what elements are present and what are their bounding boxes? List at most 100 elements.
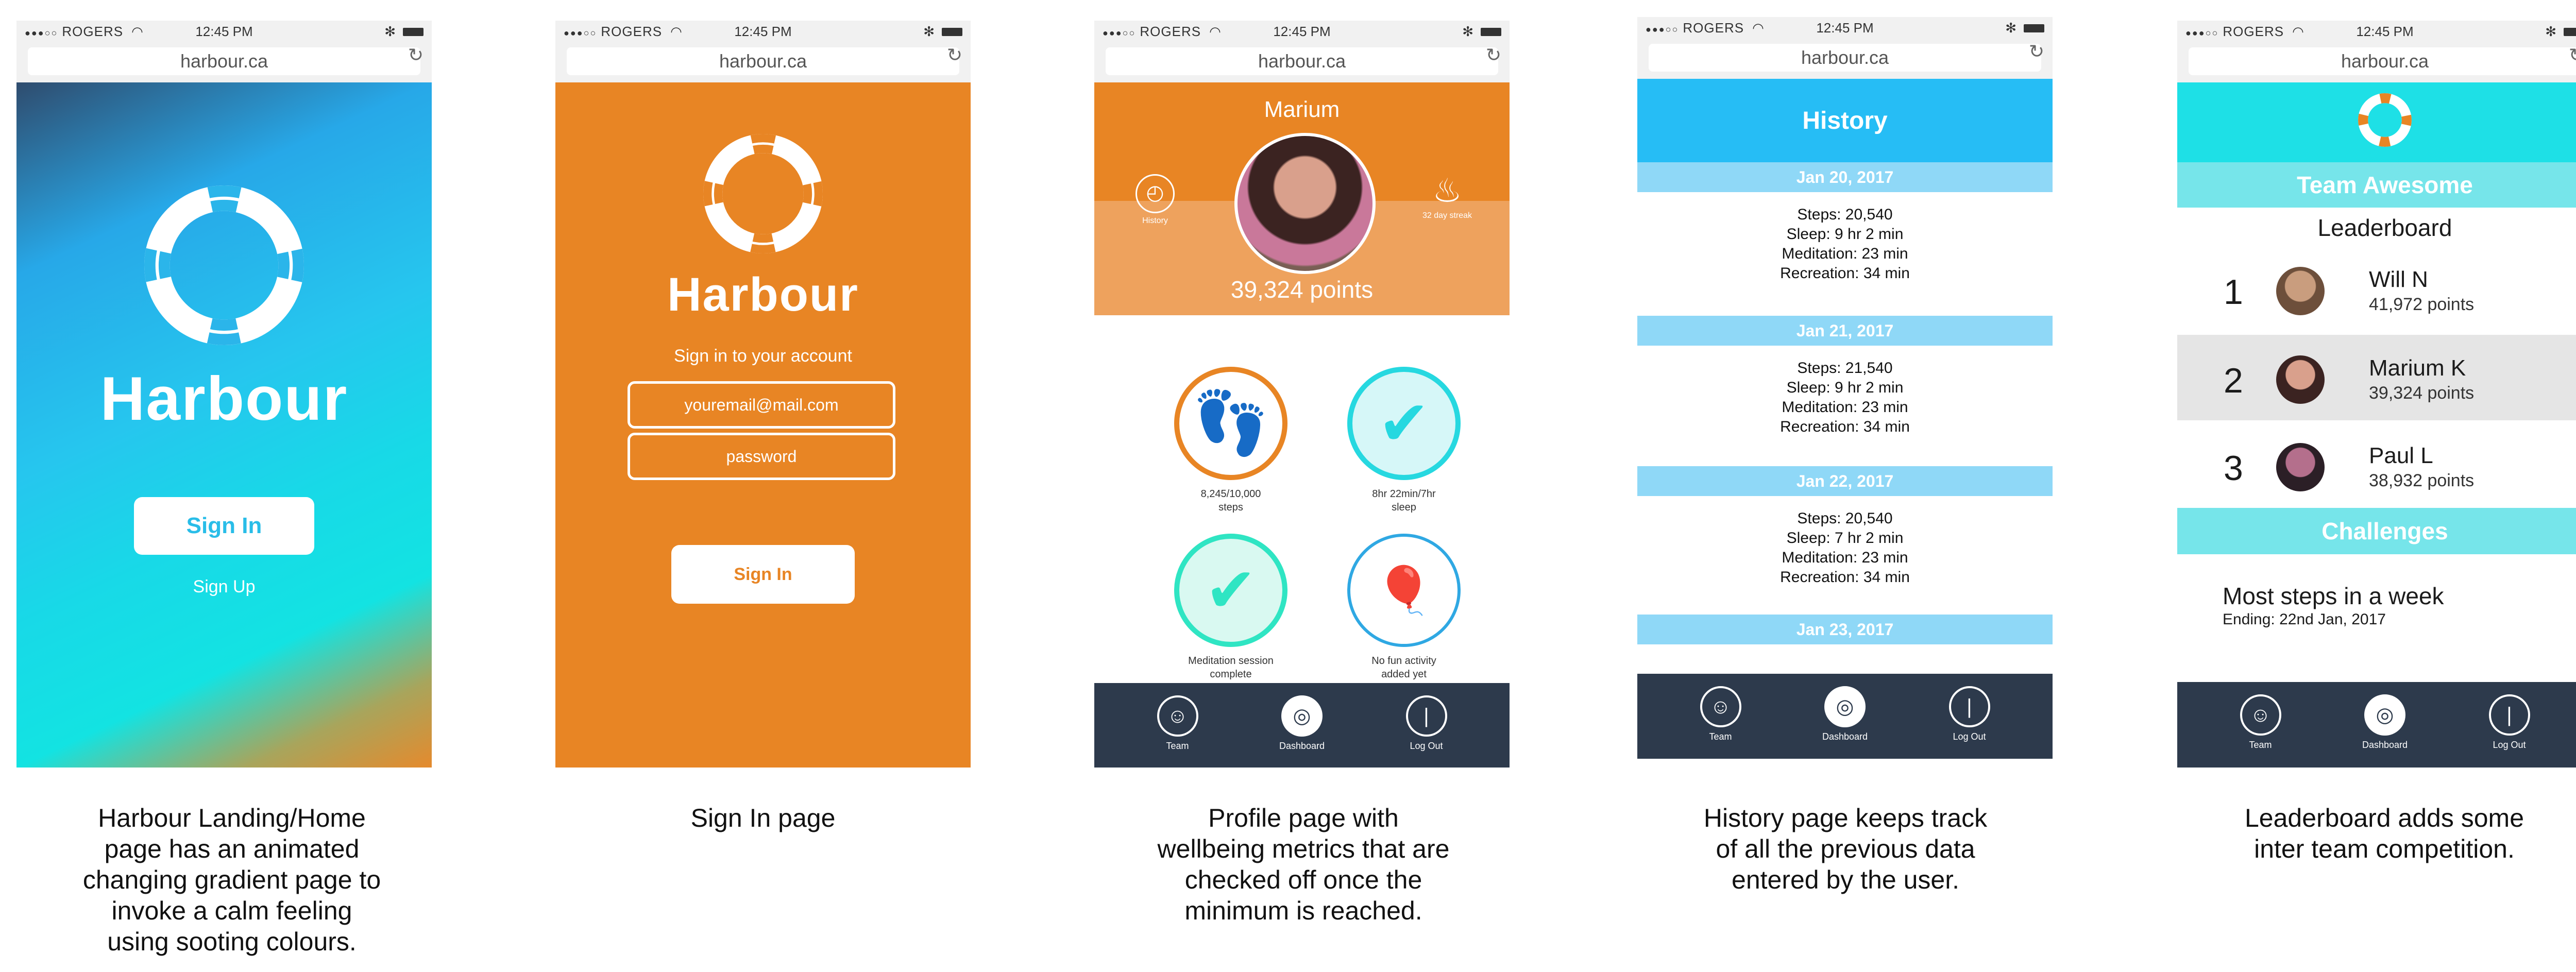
profile-phone: ●●●○○ ROGERS ◠ 12:45 PM ✻ harbour.ca ↻ Mar… — [1094, 21, 1510, 768]
bottom-nav: ☺ Team ◎ Dashboard | Log Out — [1637, 674, 2053, 759]
balloon-icon: 🎈 — [1347, 534, 1461, 647]
brand-title: Harbour — [667, 268, 859, 321]
reload-icon[interactable]: ↻ — [2029, 41, 2044, 62]
url-field[interactable]: harbour.ca — [1106, 47, 1498, 75]
lifebuoy-icon: ◎ — [1824, 686, 1866, 727]
metric-meditation[interactable]: ✔ Meditation session complete — [1146, 534, 1316, 681]
leaderboard-row[interactable]: 3 Paul L 38,932 points — [2177, 422, 2576, 508]
rank-number: 1 — [2224, 272, 2243, 312]
history-label: History — [1142, 216, 1168, 225]
history-phone: ●●●○○ ROGERS ◠ 12:45 PM ✻ harbour.ca ↻ His… — [1637, 17, 2053, 759]
signin-prompt: Sign in to your account — [674, 346, 852, 366]
reload-icon[interactable]: ↻ — [2569, 44, 2576, 66]
date-header: Jan 21, 2017 — [1637, 316, 2053, 346]
status-bar: ●●●○○ ROGERS ◠ 12:45 PM ✻ — [2177, 21, 2576, 41]
battery-icon — [2024, 24, 2044, 32]
reload-icon[interactable]: ↻ — [1486, 44, 1501, 66]
team-name: Team Awesome — [2177, 162, 2576, 208]
date-header: Jan 23, 2017 — [1637, 615, 2053, 644]
nav-dashboard[interactable]: ◎ Dashboard — [2344, 682, 2426, 768]
nav-team[interactable]: ☺ Team — [1680, 674, 1762, 759]
email-field[interactable]: youremail@mail.com — [628, 381, 895, 429]
history-screen: History Jan 20, 2017 Steps: 20,540 Sleep… — [1637, 79, 2053, 759]
reload-icon[interactable]: ↻ — [408, 44, 423, 66]
nav-dashboard[interactable]: ◎ Dashboard — [1804, 674, 1886, 759]
status-bar: ●●●○○ ROGERS ◠ 12:45 PM ✻ — [1637, 17, 2053, 38]
lifebuoy-logo-icon — [144, 185, 304, 345]
team-icon: ☺ — [1157, 695, 1198, 737]
bluetooth-icon: ✻ — [923, 24, 935, 39]
date-header: Jan 20, 2017 — [1637, 162, 2053, 192]
leaderboard-screen: Team Awesome Leaderboard 1 Will N 41,972… — [2177, 82, 2576, 768]
address-bar: harbour.ca ↻ — [2177, 41, 2576, 83]
lifebuoy-logo-icon — [2358, 93, 2412, 147]
challenge-name[interactable]: Most steps in a week — [2223, 582, 2444, 610]
lifebuoy-logo-icon — [703, 134, 823, 253]
bluetooth-icon: ✻ — [384, 24, 396, 39]
url-field[interactable]: harbour.ca — [28, 47, 420, 75]
history-entry: Steps: 20,540 Sleep: 7 hr 2 min Meditati… — [1780, 510, 1910, 586]
nav-logout[interactable]: | Log Out — [1385, 683, 1468, 768]
player-points: 38,932 points — [2369, 471, 2475, 490]
brand-title: Harbour — [100, 364, 348, 433]
history-entry: Steps: 20,540 Sleep: 9 hr 2 min Meditati… — [1780, 206, 1910, 282]
avatar — [2276, 355, 2325, 404]
sign-up-link[interactable]: Sign Up — [16, 577, 432, 597]
footprints-icon: 👣 — [1174, 367, 1287, 480]
clock: 12:45 PM — [1816, 20, 1874, 36]
metric-recreation[interactable]: 🎈 No fun activity added yet — [1319, 534, 1489, 681]
leaderboard-row[interactable]: 1 Will N 41,972 points — [2177, 246, 2576, 332]
lifebuoy-icon: ◎ — [1281, 695, 1323, 737]
streak-indicator: ♨ 32 day streak — [1416, 170, 1478, 220]
clock-icon: ◴ — [1136, 174, 1175, 213]
sign-in-button[interactable]: Sign In — [671, 545, 855, 604]
nav-team[interactable]: ☺ Team — [1137, 683, 1219, 768]
player-name: Marium K — [2369, 355, 2466, 381]
check-icon: ✔ — [1174, 534, 1287, 647]
player-name: Paul L — [2369, 443, 2433, 468]
password-field[interactable]: password — [628, 433, 895, 480]
sign-in-button[interactable]: Sign In — [134, 497, 314, 555]
caption-leaderboard: Leaderboard adds some inter team competit… — [2244, 804, 2524, 863]
flame-icon: ♨ — [1432, 172, 1462, 209]
date-header: Jan 22, 2017 — [1637, 466, 2053, 496]
url-field[interactable]: harbour.ca — [567, 47, 959, 75]
team-icon: ☺ — [2240, 694, 2281, 736]
address-bar: harbour.ca ↻ — [1094, 41, 1510, 83]
battery-icon — [2564, 27, 2576, 36]
metric-steps[interactable]: 👣 8,245/10,000 steps — [1146, 367, 1316, 514]
player-points: 41,972 points — [2369, 295, 2475, 314]
profile-header: Marium ◴ History ♨ 32 day streak 39,324 … — [1094, 82, 1510, 315]
battery-icon — [942, 27, 962, 36]
signin-phone: ●●●○○ ROGERS ◠ 12:45 PM ✻ harbour.ca ↻ Har… — [555, 21, 971, 768]
clock: 12:45 PM — [2356, 24, 2414, 39]
address-bar: harbour.ca ↻ — [1637, 38, 2053, 79]
url-field[interactable]: harbour.ca — [2189, 47, 2576, 75]
nav-team[interactable]: ☺ Team — [2219, 682, 2302, 768]
nav-logout[interactable]: | Log Out — [1928, 674, 2011, 759]
page-title: History — [1637, 79, 2053, 162]
power-icon: | — [2488, 694, 2530, 736]
player-points: 39,324 points — [2369, 383, 2475, 403]
profile-points: 39,324 points — [1230, 276, 1374, 303]
reload-icon[interactable]: ↻ — [947, 44, 962, 66]
status-bar: ●●●○○ ROGERS ◠ 12:45 PM ✻ — [16, 21, 432, 41]
avatar — [2276, 443, 2325, 491]
leaderboard-title: Leaderboard — [2317, 214, 2452, 241]
bluetooth-icon: ✻ — [1462, 24, 1473, 39]
metric-sleep[interactable]: ✔ 8hr 22min/7hr sleep — [1319, 367, 1489, 514]
history-shortcut[interactable]: ◴ History — [1136, 174, 1175, 226]
lifebuoy-icon: ◎ — [2364, 694, 2405, 736]
caption-signin: Sign In page — [690, 804, 836, 832]
landing-screen: Harbour Sign In Sign Up — [16, 82, 432, 768]
bluetooth-icon: ✻ — [2545, 24, 2556, 39]
leaderboard-row[interactable]: 2 Marium K 39,324 points — [2177, 335, 2576, 420]
nav-logout[interactable]: | Log Out — [2468, 682, 2551, 768]
url-field[interactable]: harbour.ca — [1649, 44, 2041, 72]
caption-history: History page keeps track of all the previ… — [1703, 804, 1988, 894]
battery-icon — [1481, 27, 1501, 36]
clock: 12:45 PM — [734, 24, 792, 39]
nav-dashboard[interactable]: ◎ Dashboard — [1261, 683, 1343, 768]
challenges-title: Challenges — [2177, 508, 2576, 554]
caption-landing: Harbour Landing/Home page has an animated… — [82, 804, 381, 956]
